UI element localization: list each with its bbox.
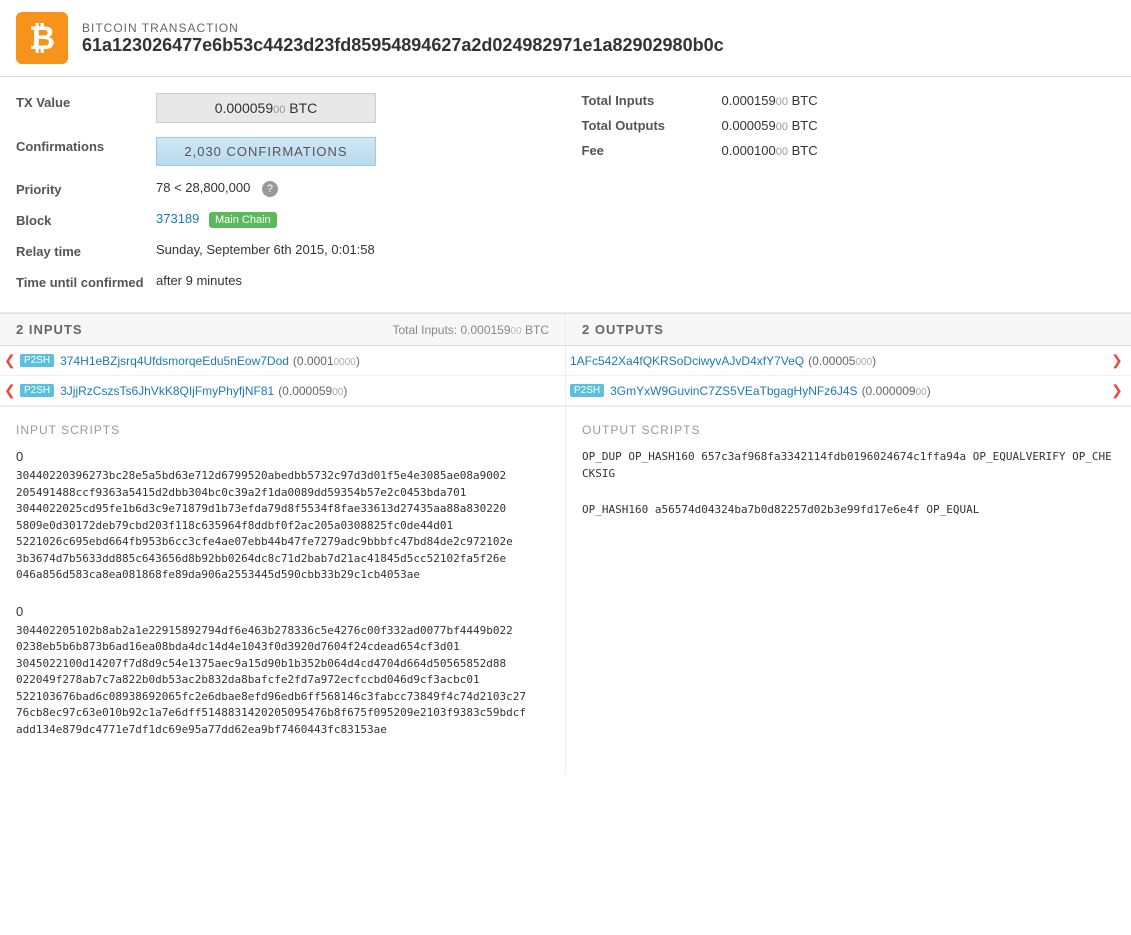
right-info: Total Inputs 0.00015900 BTC Total Output…: [550, 93, 1116, 304]
main-info: TX Value 0.00005900 BTC Confirmations 2,…: [0, 77, 1131, 313]
input-script-text-0: 30440220396273bc28e5a5bd63e712d6799520ab…: [16, 468, 549, 584]
input-arrow-1: ❮: [4, 382, 16, 399]
tx-value-unit: BTC: [285, 100, 317, 116]
tx-value-label: TX Value: [16, 93, 156, 110]
total-outputs-label: Total Outputs: [582, 118, 722, 133]
input-amount-1: (0.00005900): [278, 384, 347, 398]
priority-value-container: 78 < 28,800,000 ?: [156, 180, 550, 197]
priority-value: 78 < 28,800,000: [156, 180, 250, 195]
output-script-1: OP_HASH160 a56574d04324ba7b0d82257d02b3e…: [582, 502, 1115, 519]
tx-value-row: TX Value 0.00005900 BTC: [16, 93, 550, 123]
total-outputs-unit: BTC: [788, 118, 818, 133]
output-amount-1: (0.00000900): [862, 384, 931, 398]
output-amount-0: (0.00005000): [808, 354, 876, 368]
confirmations-value: 2,030 CONFIRMATIONS: [156, 137, 550, 166]
relay-time-row: Relay time Sunday, September 6th 2015, 0…: [16, 242, 550, 259]
transaction-header: ₿ BITCOIN TRANSACTION 61a123026477e6b53c…: [0, 0, 1131, 77]
input-amount-0: (0.00010000): [293, 354, 360, 368]
transaction-label: BITCOIN TRANSACTION: [82, 21, 724, 35]
input-script-index-1: 0: [16, 604, 549, 619]
total-outputs-value: 0.00005900 BTC: [722, 118, 818, 133]
outputs-header: 2 OUTPUTS: [566, 314, 1131, 345]
output-address-0[interactable]: 1AFc542Xa4fQKRSoDciwyvAJvD4xfY7VeQ: [570, 354, 804, 368]
time-confirmed-label: Time until confirmed: [16, 273, 156, 290]
total-outputs-main: 0.000059: [722, 118, 776, 133]
block-row: Block 373189 Main Chain: [16, 211, 550, 228]
total-inputs-unit: BTC: [788, 93, 818, 108]
inputs-title: 2 INPUTS: [16, 322, 83, 337]
priority-row: Priority 78 < 28,800,000 ?: [16, 180, 550, 197]
scripts-section: INPUT SCRIPTS 0 30440220396273bc28e5a5bd…: [0, 407, 1131, 774]
transaction-hash: 61a123026477e6b53c4423d23fd85954894627a2…: [82, 35, 724, 56]
left-info: TX Value 0.00005900 BTC Confirmations 2,…: [16, 93, 550, 304]
output-arrow-1: ❯: [1111, 382, 1123, 399]
fee-unit: BTC: [788, 143, 818, 158]
total-inputs-main: 0.000159: [722, 93, 776, 108]
input-arrow-0: ❮: [4, 352, 16, 369]
input-entry-1: ❮ P2SH 3JjjRzCszsTs6JhVkK8QIjFmyPhyfjNF8…: [0, 376, 565, 406]
tx-value-display: 0.00005900 BTC: [156, 93, 376, 123]
output-entry-0: 1AFc542Xa4fQKRSoDciwyvAJvD4xfY7VeQ (0.00…: [566, 346, 1131, 376]
priority-help-icon[interactable]: ?: [262, 181, 278, 197]
relay-time-value: Sunday, September 6th 2015, 0:01:58: [156, 242, 550, 257]
output-entry-1: P2SH 3GmYxW9GuvinC7ZS5VEaTbgagHyNFz6J4S …: [566, 376, 1131, 406]
inputs-header: 2 INPUTS Total Inputs: 0.00015900 BTC: [0, 314, 566, 345]
tx-value-box-container: 0.00005900 BTC: [156, 93, 550, 123]
total-outputs-row: Total Outputs 0.00005900 BTC: [582, 118, 1116, 133]
inputs-total: Total Inputs: 0.00015900 BTC: [392, 323, 549, 337]
input-address-0[interactable]: 374H1eBZjsrq4UfdsmorqeEdu5nEow7Dod: [60, 354, 289, 368]
input-script-0: 0 30440220396273bc28e5a5bd63e712d6799520…: [16, 449, 549, 584]
inputs-list: ❮ P2SH 374H1eBZjsrq4UfdsmorqeEdu5nEow7Do…: [0, 346, 566, 406]
output-script-text-0: OP_DUP OP_HASH160 657c3af968fa3342114fdb…: [582, 449, 1115, 482]
output-address-1[interactable]: 3GmYxW9GuvinC7ZS5VEaTbgagHyNFz6J4S: [610, 384, 857, 398]
confirmations-label: Confirmations: [16, 137, 156, 154]
fee-row: Fee 0.00010000 BTC: [582, 143, 1116, 158]
input-script-text-1: 304402205102b8ab2a1e22915892794df6e463b2…: [16, 623, 549, 739]
fee-label: Fee: [582, 143, 722, 158]
total-inputs-value: 0.00015900 BTC: [722, 93, 818, 108]
relay-time-label: Relay time: [16, 242, 156, 259]
io-headers: 2 INPUTS Total Inputs: 0.00015900 BTC 2 …: [0, 313, 1131, 346]
output-scripts-container: OUTPUT SCRIPTS OP_DUP OP_HASH160 657c3af…: [566, 407, 1131, 774]
total-inputs-row: Total Inputs 0.00015900 BTC: [582, 93, 1116, 108]
input-script-1: 0 304402205102b8ab2a1e22915892794df6e463…: [16, 604, 549, 739]
output-script-text-1: OP_HASH160 a56574d04324ba7b0d82257d02b3e…: [582, 502, 1115, 519]
time-confirmed-value: after 9 minutes: [156, 273, 550, 288]
block-value-container: 373189 Main Chain: [156, 211, 550, 226]
total-inputs-small: 00: [776, 96, 788, 108]
header-text: BITCOIN TRANSACTION 61a123026477e6b53c44…: [82, 21, 724, 56]
tx-value-small: 00: [273, 104, 285, 116]
input-entry-0: ❮ P2SH 374H1eBZjsrq4UfdsmorqeEdu5nEow7Do…: [0, 346, 565, 376]
block-label: Block: [16, 211, 156, 228]
input-script-index-0: 0: [16, 449, 549, 464]
total-outputs-small: 00: [776, 121, 788, 133]
tx-value-main: 0.000059: [215, 100, 273, 116]
time-confirmed-row: Time until confirmed after 9 minutes: [16, 273, 550, 290]
priority-label: Priority: [16, 180, 156, 197]
input-scripts-container: INPUT SCRIPTS 0 30440220396273bc28e5a5bd…: [0, 407, 566, 774]
output-arrow-0: ❯: [1111, 352, 1123, 369]
io-entries: ❮ P2SH 374H1eBZjsrq4UfdsmorqeEdu5nEow7Do…: [0, 346, 1131, 407]
block-number-link[interactable]: 373189: [156, 211, 199, 226]
fee-value: 0.00010000 BTC: [722, 143, 818, 158]
main-chain-badge: Main Chain: [209, 212, 277, 228]
output-type-badge-1: P2SH: [570, 384, 604, 397]
fee-small: 00: [776, 146, 788, 158]
outputs-list: 1AFc542Xa4fQKRSoDciwyvAJvD4xfY7VeQ (0.00…: [566, 346, 1131, 406]
total-inputs-label: Total Inputs: [582, 93, 722, 108]
input-scripts-label: INPUT SCRIPTS: [16, 423, 549, 437]
bitcoin-logo: ₿: [16, 12, 68, 64]
output-script-0: OP_DUP OP_HASH160 657c3af968fa3342114fdb…: [582, 449, 1115, 482]
input-type-badge-0: P2SH: [20, 354, 54, 367]
confirmations-button[interactable]: 2,030 CONFIRMATIONS: [156, 137, 376, 166]
output-scripts-label: OUTPUT SCRIPTS: [582, 423, 1115, 437]
input-type-badge-1: P2SH: [20, 384, 54, 397]
input-address-1[interactable]: 3JjjRzCszsTs6JhVkK8QIjFmyPhyfjNF81: [60, 384, 274, 398]
bitcoin-symbol: ₿: [29, 20, 55, 57]
confirmations-row: Confirmations 2,030 CONFIRMATIONS: [16, 137, 550, 166]
fee-main: 0.000100: [722, 143, 776, 158]
outputs-title: 2 OUTPUTS: [582, 322, 664, 337]
